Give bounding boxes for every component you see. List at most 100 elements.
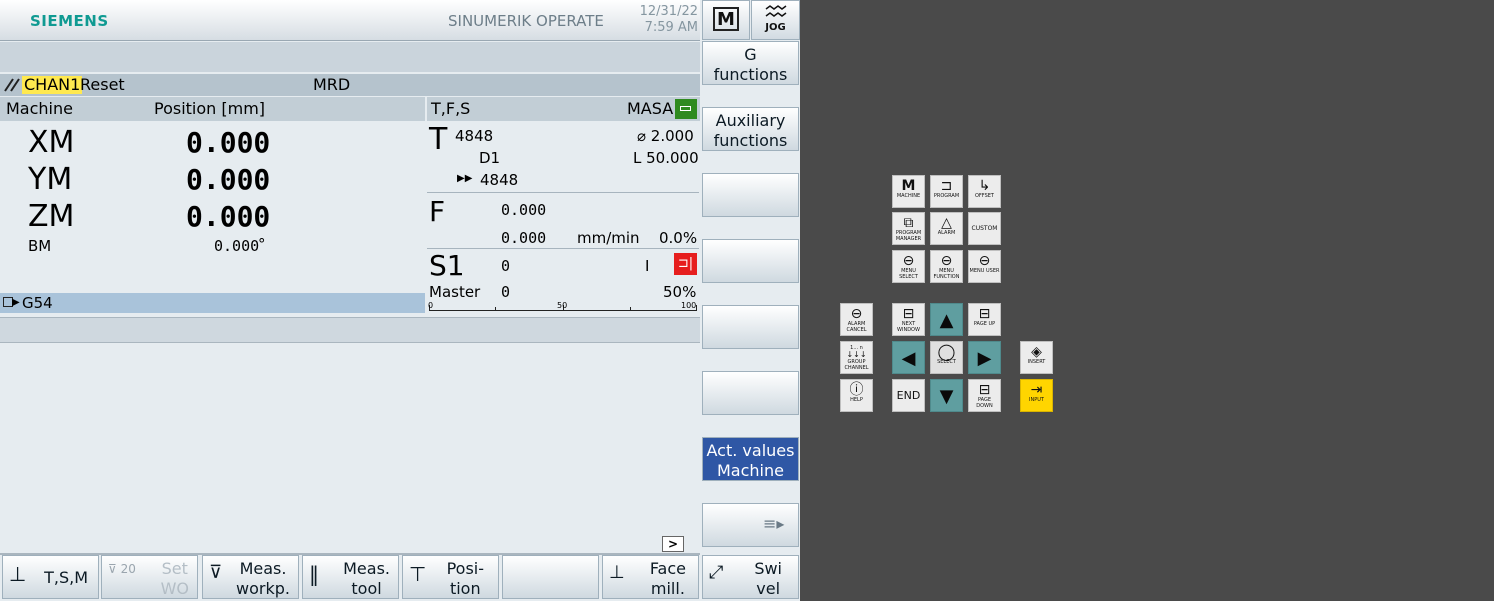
- softkey-meas-workp[interactable]: ⊽ Meas. workp.: [202, 555, 299, 599]
- end-key[interactable]: END: [892, 379, 925, 412]
- siemens-logo: SIEMENS: [30, 12, 109, 30]
- mode-machine-button[interactable]: M: [702, 0, 750, 40]
- set-wo-icon: ⊽ 20: [108, 562, 136, 576]
- softkey-auxiliary-functions[interactable]: Auxiliary functions: [702, 107, 799, 151]
- machine-key[interactable]: M MACHINE: [892, 175, 925, 208]
- menu-user-icon: ⊖: [978, 253, 991, 269]
- custom-key[interactable]: CUSTOM: [968, 212, 1001, 245]
- softkey-label: Set WO: [160, 559, 189, 598]
- swivel-icon: ⤢: [709, 562, 724, 583]
- program-manager-key[interactable]: ⧉ PROGRAM MANAGER: [892, 212, 925, 245]
- work-offset-row[interactable]: ▶ G54: [0, 293, 425, 313]
- channel-status-bar: CHAN1 Reset MRD: [0, 74, 700, 96]
- position-header: Machine Position [mm]: [0, 97, 425, 121]
- masa-status-icon: [675, 99, 697, 119]
- face-mill-icon: ⊥: [609, 562, 625, 583]
- datetime: 12/31/22 7:59 AM: [630, 4, 698, 36]
- softkey-act-values-machine[interactable]: Act. values Machine: [702, 437, 799, 481]
- alarm-cancel-key[interactable]: ⊖ ALARM CANCEL: [840, 303, 873, 336]
- select-icon: ◯: [937, 342, 956, 361]
- softkey-more[interactable]: ≡▸: [702, 503, 799, 547]
- menu-user-key[interactable]: ⊖ MENU USER: [968, 250, 1001, 283]
- softkey-label: Meas. tool: [343, 559, 390, 598]
- arrow-right-key[interactable]: ▶: [968, 341, 1001, 374]
- insert-key[interactable]: ◈ INSERT: [1020, 341, 1053, 374]
- softkey-tsm[interactable]: ⊥ T,S,M: [2, 555, 99, 599]
- alarm-cancel-icon: ⊖: [850, 306, 863, 322]
- measure-workpiece-icon: ⊽: [209, 562, 223, 583]
- axis-value: 0.000: [186, 126, 271, 159]
- offset-key[interactable]: ↳ OFFSET: [968, 175, 1001, 208]
- axis-value: 0.000: [214, 237, 260, 255]
- offset-icon: ↳: [978, 178, 991, 194]
- softkey-empty[interactable]: [702, 305, 799, 349]
- help-key[interactable]: ⓘ HELP: [840, 379, 873, 412]
- group-channel-key[interactable]: 1... n ↓↓↓ GROUP CHANNEL: [840, 341, 873, 374]
- channel-name: CHAN1: [22, 75, 83, 94]
- softkey-empty[interactable]: [502, 555, 599, 599]
- scroll-right-button[interactable]: >: [662, 536, 684, 552]
- axis-name: BM: [28, 237, 52, 255]
- work-area: [0, 343, 700, 553]
- softkey-set-wo[interactable]: ⊽ 20 Set WO: [101, 555, 198, 599]
- axis-name: YM: [28, 162, 73, 197]
- mode-jog-button[interactable]: JOG: [751, 0, 800, 40]
- feed-unit: mm/min: [577, 229, 640, 247]
- arrow-up-key[interactable]: ▲: [930, 303, 963, 336]
- program-key[interactable]: ⊐ PROGRAM: [930, 175, 963, 208]
- softkey-meas-tool[interactable]: ‖ Meas. tool: [302, 555, 399, 599]
- divider: [427, 192, 699, 193]
- page-up-key[interactable]: ⊟ PAGE UP: [968, 303, 1001, 336]
- input-icon: ⇥: [1030, 382, 1043, 398]
- axis-value: 0.000: [186, 200, 271, 233]
- select-key[interactable]: ◯ SELECT: [930, 341, 963, 374]
- spindle-letter: S1: [429, 249, 465, 282]
- column-machine: Machine: [6, 99, 73, 118]
- arrow-right-icon: ▶: [12, 297, 20, 308]
- softkey-face-mill[interactable]: ⊥ Face mill.: [602, 555, 699, 599]
- softkey-empty[interactable]: [702, 173, 799, 217]
- insert-icon: ◈: [1031, 344, 1042, 360]
- axis-row-bm: BM 0.000 °: [0, 235, 425, 257]
- softkey-swivel[interactable]: ⤢ Swi vel: [702, 555, 799, 599]
- menu-function-key[interactable]: ⊖ MENU FUNCTION: [930, 250, 963, 283]
- softkey-position[interactable]: ⊤ Posi-tion: [402, 555, 499, 599]
- tool-letter: T: [429, 122, 448, 157]
- position-panel: Machine Position [mm] XM 0.000 YM 0.000 …: [0, 97, 425, 315]
- softkey-empty[interactable]: [702, 371, 799, 415]
- channel-state: Reset: [80, 75, 125, 94]
- info-bar: [0, 317, 700, 343]
- page-down-key[interactable]: ⊟ PAGE DOWN: [968, 379, 1001, 412]
- arrow-down-key[interactable]: ▼: [930, 379, 963, 412]
- page-up-icon: ⊟: [978, 306, 991, 322]
- app-title: SINUMERIK OPERATE: [448, 12, 604, 30]
- menu-function-icon: ⊖: [940, 253, 953, 269]
- alarm-key[interactable]: △ ALARM: [930, 212, 963, 245]
- program-name: MRD: [313, 75, 351, 94]
- softkey-empty[interactable]: [702, 239, 799, 283]
- feed-letter: F: [429, 195, 446, 228]
- spindle-master-label: Master: [429, 283, 481, 301]
- time: 7:59 AM: [644, 20, 698, 35]
- softkey-label: Posi-tion: [446, 559, 484, 598]
- tool-diameter: ⌀ 2.000: [637, 127, 694, 145]
- next-tool: 4848: [480, 171, 519, 189]
- next-window-key[interactable]: ⊟ NEXT WINDOW: [892, 303, 925, 336]
- arrow-left-key[interactable]: ◀: [892, 341, 925, 374]
- input-key[interactable]: ⇥ INPUT: [1020, 379, 1053, 412]
- page-down-icon: ⊟: [978, 382, 991, 398]
- scale-label: 100: [681, 301, 697, 310]
- tfs-title: T,F,S: [431, 99, 471, 118]
- tool-number: 4848: [455, 127, 494, 145]
- divider: [427, 248, 699, 249]
- title-bar: SIEMENS SINUMERIK OPERATE 12/31/22 7:59 …: [0, 0, 700, 41]
- next-tool-icon: ▶▶: [457, 173, 473, 184]
- softkey-g-functions[interactable]: Gfunctions: [702, 41, 799, 85]
- softkey-label: Meas. workp.: [236, 559, 290, 598]
- tfs-header: T,F,S MASA: [427, 97, 700, 121]
- axis-value: 0.000: [186, 163, 271, 196]
- menu-select-key[interactable]: ⊖ MENU SELECT: [892, 250, 925, 283]
- masa-label: MASA: [627, 99, 674, 118]
- scale-label: 0: [428, 301, 434, 310]
- spindle-value: 0: [501, 257, 511, 275]
